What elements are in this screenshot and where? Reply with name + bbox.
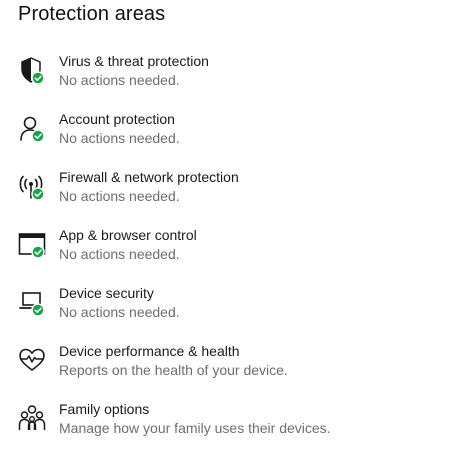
area-status: No actions needed. (59, 72, 180, 88)
check-badge-icon (31, 303, 45, 317)
person-icon (17, 113, 47, 143)
antenna-icon (17, 171, 47, 201)
check-badge-icon (31, 187, 45, 201)
area-family-options[interactable]: Family options Manage how your family us… (0, 398, 470, 456)
area-status: No actions needed. (59, 130, 180, 146)
area-virus-threat-protection[interactable]: Virus & threat protection No actions nee… (0, 50, 470, 108)
shield-icon (17, 55, 47, 85)
area-status: No actions needed. (59, 188, 180, 204)
section-title: Protection areas (18, 3, 166, 25)
area-title: Firewall & network protection (59, 169, 239, 185)
area-title: Device performance & health (59, 343, 240, 359)
check-badge-icon (31, 71, 45, 85)
browser-window-icon (17, 229, 47, 259)
area-title: App & browser control (59, 227, 197, 243)
check-badge-icon (31, 129, 45, 143)
area-status: Manage how your family uses their device… (59, 420, 331, 436)
area-status: Reports on the health of your device. (59, 362, 288, 378)
area-device-performance-health[interactable]: Device performance & health Reports on t… (0, 340, 470, 398)
heart-pulse-icon (17, 345, 47, 375)
area-status: No actions needed. (59, 304, 180, 320)
check-badge-icon (31, 245, 45, 259)
area-title: Device security (59, 285, 154, 301)
protection-areas-list: Virus & threat protection No actions nee… (0, 50, 470, 456)
area-title: Family options (59, 401, 150, 417)
area-app-browser-control[interactable]: App & browser control No actions needed. (0, 224, 470, 282)
area-firewall-network-protection[interactable]: Firewall & network protection No actions… (0, 166, 470, 224)
area-title: Virus & threat protection (59, 53, 209, 69)
area-status: No actions needed. (59, 246, 180, 262)
family-icon (17, 403, 47, 433)
area-account-protection[interactable]: Account protection No actions needed. (0, 108, 470, 166)
area-title: Account protection (59, 111, 175, 127)
laptop-chip-icon (17, 287, 47, 317)
area-device-security[interactable]: Device security No actions needed. (0, 282, 470, 340)
